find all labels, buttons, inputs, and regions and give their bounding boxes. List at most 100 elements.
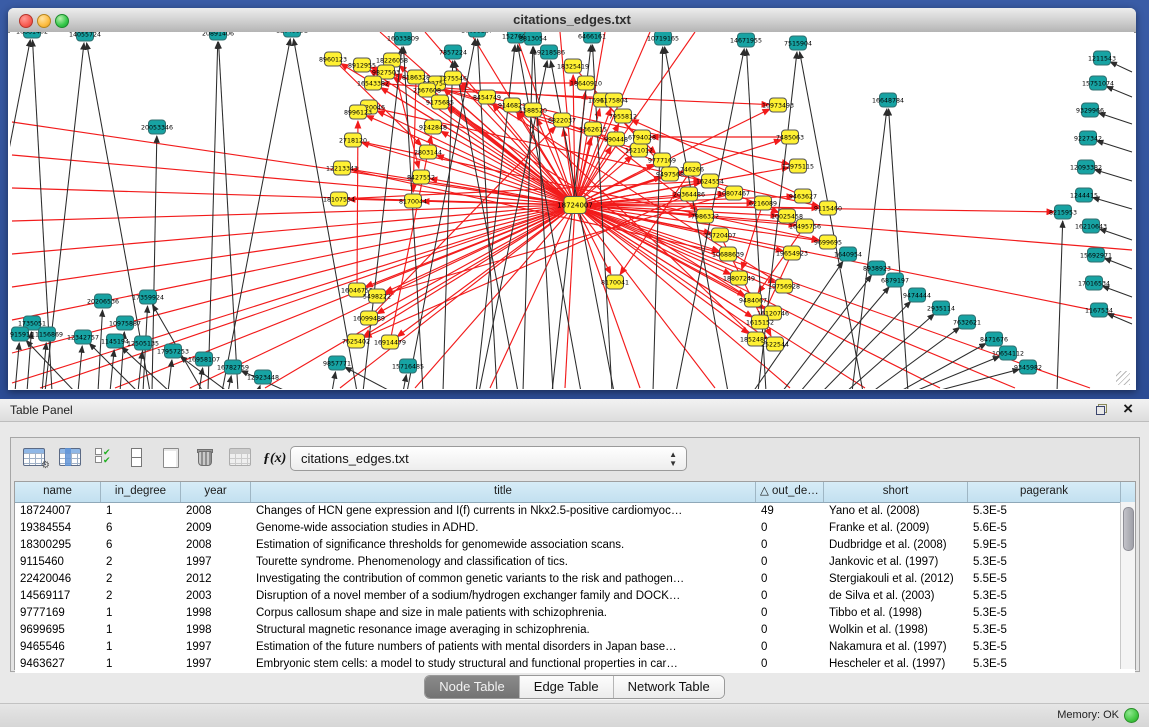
node-label: 6466161 — [578, 33, 606, 40]
node-label: 8427552 — [407, 174, 435, 181]
column-header[interactable]: name — [15, 482, 101, 502]
table-cell: 0 — [756, 622, 824, 639]
table-cell: 6 — [101, 537, 181, 554]
float-panel-icon[interactable] — [1096, 404, 1107, 415]
tab-network-table[interactable]: Network Table — [614, 676, 724, 698]
table-selector-value: citations_edges.txt — [301, 451, 409, 466]
column-header[interactable]: year — [181, 482, 251, 502]
gear-icon: ⚙ — [41, 460, 50, 471]
table-cell: Estimation of the future numbers of pati… — [251, 639, 756, 656]
new-document-button[interactable] — [163, 448, 179, 468]
node-label: 19654923 — [776, 250, 808, 257]
node-label: 20891406 — [202, 32, 234, 37]
column-header[interactable]: △ out_de… — [756, 482, 824, 502]
column-header[interactable]: pagerank — [968, 482, 1121, 502]
table-cell: Investigating the contribution of common… — [251, 571, 756, 588]
table-cell: Dudbridge et al. (2008) — [824, 537, 968, 554]
table-row[interactable]: 1830029562008Estimation of significance … — [15, 537, 1135, 554]
table-cell: 1 — [101, 605, 181, 622]
merge-cells-button[interactable] — [131, 448, 142, 467]
table-cell: Yano et al. (2008) — [824, 503, 968, 520]
node-label: 6216089 — [749, 200, 777, 207]
table-cell: 2008 — [181, 503, 251, 520]
window-resize-grip[interactable] — [1116, 371, 1130, 385]
node-label: 9242848 — [419, 124, 447, 131]
memory-ok-indicator — [1124, 708, 1139, 723]
node-label: 15716485 — [392, 363, 424, 370]
table-mode-button[interactable]: ⚙ — [23, 448, 45, 466]
import-table-button[interactable] — [229, 448, 251, 466]
node-label: 18724007 — [557, 201, 593, 209]
table-cell: Tibbo et al. (1998) — [824, 605, 968, 622]
import-table-icon — [229, 448, 251, 466]
function-builder-button[interactable]: ƒ(x) — [263, 451, 286, 467]
table-row[interactable]: 911546021997Tourette syndrome. Phenomeno… — [15, 554, 1135, 571]
table-cell: 5.3E-5 — [968, 554, 1121, 571]
node-label: 7632621 — [953, 319, 981, 326]
table-cell: 5.5E-5 — [968, 571, 1121, 588]
table-cell: Nakamura et al. (1997) — [824, 639, 968, 656]
node-label: 1624554 — [696, 178, 724, 185]
node-label: 2522544 — [761, 341, 789, 348]
node-label: 12093382 — [1070, 164, 1102, 171]
table-cell: 9115460 — [15, 554, 101, 571]
table-cell: 1 — [101, 622, 181, 639]
column-header[interactable]: in_degree — [101, 482, 181, 502]
node-label: 15720407 — [704, 232, 736, 239]
network-canvas[interactable]: 1872400789601238912955182260589827503818… — [10, 32, 1134, 389]
table-cell: 9777169 — [15, 605, 101, 622]
memory-status-label: Memory: OK — [1057, 709, 1119, 721]
table-row[interactable]: 977716911998Corpus callosum shape and si… — [15, 605, 1135, 622]
table-row[interactable]: 1872400712008Changes of HCN gene express… — [15, 503, 1135, 520]
node-label: 16099489 — [353, 315, 385, 322]
node-label: 746266 — [680, 166, 704, 173]
select-rows-button[interactable]: ✔ ✔ — [95, 448, 115, 466]
node-label: 16648784 — [872, 97, 904, 104]
close-panel-icon[interactable]: × — [1123, 399, 1133, 419]
node-label: 18107554 — [323, 196, 355, 203]
scrollbar-thumb[interactable] — [1123, 507, 1134, 551]
tab-edge-table[interactable]: Edge Table — [520, 676, 614, 698]
table-cell: 5.3E-5 — [968, 639, 1121, 656]
node-label: 1244415 — [1070, 192, 1098, 199]
table-cell: 1 — [101, 503, 181, 520]
table-cell: 0 — [756, 588, 824, 605]
node-label: 9329966 — [1076, 107, 1104, 114]
table-cell: 9463627 — [15, 656, 101, 673]
show-column-button[interactable] — [59, 448, 81, 466]
node-label: 15692971 — [1080, 252, 1112, 259]
table-selector-dropdown[interactable]: citations_edges.txt ▲▼ — [290, 446, 687, 471]
table-row[interactable]: 1938455462009Genome-wide association stu… — [15, 520, 1135, 537]
table-row[interactable]: 946362711997Embryonic stem cells: a mode… — [15, 656, 1135, 673]
node-label: 20053346 — [141, 124, 173, 131]
table-cell: 0 — [756, 605, 824, 622]
column-header[interactable]: title — [251, 482, 756, 502]
node-label: 8822037 — [548, 117, 576, 124]
node-label: 18640910 — [570, 80, 602, 87]
node-label: 14055724 — [69, 32, 101, 38]
network-svg: 1872400789601238912955182260589827503818… — [10, 32, 1134, 389]
window-titlebar[interactable]: citations_edges.txt — [8, 8, 1136, 33]
node-label: 16210643 — [1075, 223, 1107, 230]
node-label: 20364486 — [673, 191, 705, 198]
table-row[interactable]: 969969511998Structural magnetic resonanc… — [15, 622, 1135, 639]
node-label: 9175685 — [426, 99, 454, 106]
node-label: 7515904 — [784, 40, 812, 47]
node-label: 17016534 — [1078, 280, 1110, 287]
table-row[interactable]: 1456911722003Disruption of a novel membe… — [15, 588, 1135, 605]
table-cell: Hescheler et al. (1997) — [824, 656, 968, 673]
delete-table-button[interactable] — [197, 448, 211, 464]
node-label: 8960123 — [319, 56, 347, 63]
node-table: namein_degreeyeartitle△ out_de…shortpage… — [14, 481, 1136, 670]
column-header[interactable]: short — [824, 482, 968, 502]
table-row[interactable]: 946554611997Estimation of the future num… — [15, 639, 1135, 656]
node-label: 7955812 — [609, 113, 637, 120]
table-row[interactable]: 2242004622012Investigating the contribut… — [15, 571, 1135, 588]
node-label: 9777169 — [648, 157, 676, 164]
vertical-scrollbar[interactable] — [1120, 502, 1135, 669]
node-label: 12045332 — [276, 32, 308, 34]
tab-node-table[interactable]: Node Table — [425, 676, 520, 698]
node-label: 9227342 — [1074, 135, 1102, 142]
table-cell: Wolkin et al. (1998) — [824, 622, 968, 639]
table-cell: Disruption of a novel member of a sodium… — [251, 588, 756, 605]
